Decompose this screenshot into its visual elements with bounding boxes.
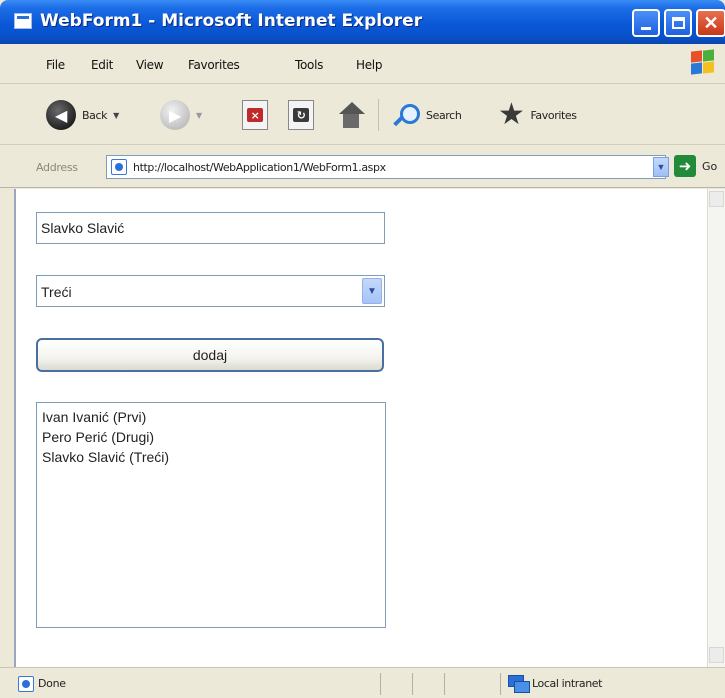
menu-tools[interactable]: Tools	[295, 58, 323, 72]
address-bar: Address http://localhost/WebApplication1…	[0, 146, 725, 188]
list-item[interactable]: Ivan Ivanić (Prvi)	[42, 407, 380, 427]
menu-bar: File Edit View Favorites Tools Help	[0, 44, 725, 84]
title-bar[interactable]: WebForm1 - Microsoft Internet Explorer ✕	[0, 0, 725, 44]
close-icon: ✕	[703, 12, 719, 33]
status-divider	[380, 673, 381, 695]
back-dropdown-icon[interactable]: ▼	[113, 111, 119, 120]
favorites-button[interactable]: ★ Favorites	[498, 98, 577, 132]
address-dropdown-icon[interactable]: ▼	[653, 157, 669, 177]
stop-icon: ×	[242, 100, 268, 130]
favorites-star-icon: ★	[498, 97, 525, 132]
forward-arrow-icon: ▶	[160, 100, 190, 130]
maximize-icon	[671, 17, 685, 29]
menu-view[interactable]: View	[136, 58, 164, 72]
go-button[interactable]: ➜ Go	[674, 155, 717, 177]
status-divider	[500, 673, 501, 695]
toolbar-separator	[378, 99, 379, 131]
menu-file[interactable]: File	[46, 58, 65, 72]
status-text: Done	[38, 677, 66, 690]
page-icon	[111, 159, 127, 175]
menu-edit[interactable]: Edit	[91, 58, 113, 72]
chevron-down-icon[interactable]: ▼	[362, 278, 382, 304]
refresh-icon: ↻	[288, 100, 314, 130]
intranet-zone-icon	[508, 675, 530, 693]
list-item[interactable]: Pero Perić (Drugi)	[42, 427, 380, 447]
ie-window-icon[interactable]	[14, 13, 32, 29]
address-label: Address	[36, 161, 78, 174]
minimize-icon	[641, 26, 651, 30]
maximize-button[interactable]	[664, 9, 692, 37]
refresh-button[interactable]: ↻	[288, 98, 314, 132]
back-button[interactable]: ◀ Back ▼	[46, 98, 119, 132]
vertical-scrollbar[interactable]	[707, 189, 725, 667]
menu-help[interactable]: Help	[356, 58, 382, 72]
page-done-icon	[18, 676, 34, 692]
windows-logo-icon	[690, 49, 716, 76]
browser-window: WebForm1 - Microsoft Internet Explorer ✕…	[0, 0, 725, 698]
window-title: WebForm1 - Microsoft Internet Explorer	[40, 11, 423, 31]
back-arrow-icon: ◀	[46, 100, 76, 130]
add-button[interactable]: dodaj	[36, 338, 384, 372]
forward-button[interactable]: ▶ ▼	[160, 98, 202, 132]
status-divider	[412, 673, 413, 695]
search-icon	[390, 100, 420, 130]
go-label: Go	[702, 159, 718, 173]
favorites-label: Favorites	[530, 108, 577, 122]
scroll-up-button[interactable]	[709, 191, 724, 207]
forward-dropdown-icon[interactable]: ▼	[196, 111, 202, 120]
status-divider	[444, 673, 445, 695]
minimize-button[interactable]	[632, 9, 660, 37]
scroll-down-button[interactable]	[709, 647, 724, 663]
standard-toolbar: ◀ Back ▼ ▶ ▼ × ↻ Search ★ Favorites	[0, 85, 725, 145]
search-label: Search	[426, 108, 462, 122]
menu-favorites[interactable]: Favorites	[188, 58, 240, 72]
security-zone-label: Local intranet	[532, 677, 603, 690]
home-icon	[336, 100, 366, 130]
back-label: Back	[82, 108, 108, 122]
address-url: http://localhost/WebApplication1/WebForm…	[133, 161, 386, 174]
close-button[interactable]: ✕	[696, 9, 725, 37]
stop-button[interactable]: ×	[242, 98, 268, 132]
home-button[interactable]	[336, 98, 366, 132]
search-button[interactable]: Search	[390, 98, 462, 132]
list-item[interactable]: Slavko Slavić (Treći)	[42, 447, 380, 467]
status-bar: Done Local intranet	[0, 667, 725, 698]
entries-listbox[interactable]: Ivan Ivanić (Prvi) Pero Perić (Drugi) Sl…	[36, 402, 386, 628]
name-input[interactable]	[36, 212, 385, 244]
address-input[interactable]: http://localhost/WebApplication1/WebForm…	[106, 155, 666, 179]
category-select[interactable]: Treći ▼	[36, 275, 385, 307]
category-select-value: Treći	[41, 284, 72, 300]
go-arrow-icon: ➜	[674, 155, 696, 177]
